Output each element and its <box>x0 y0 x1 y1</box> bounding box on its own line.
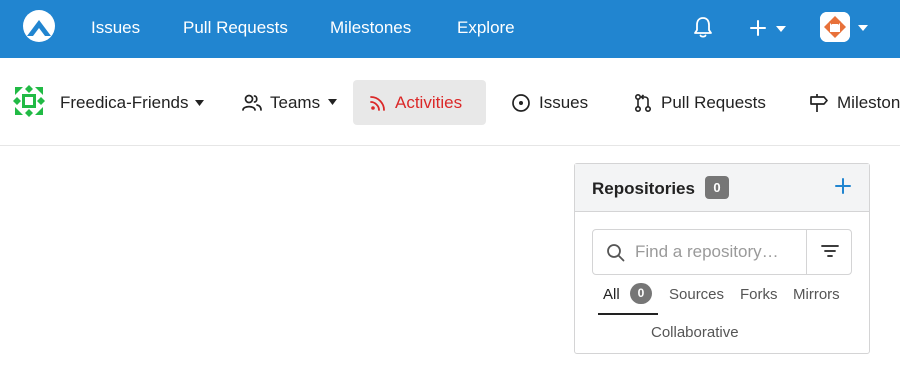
rss-icon <box>370 95 385 111</box>
user-menu-button[interactable] <box>820 12 870 44</box>
people-icon <box>242 94 262 111</box>
tab-pull-requests-label: Pull Requests <box>661 92 766 112</box>
tab-activities[interactable]: Activities <box>353 80 486 125</box>
tab-milestones-label: Milestones <box>837 92 900 112</box>
top-navbar: Issues Pull Requests Milestones Explore <box>0 0 900 58</box>
nav-pull-requests-link[interactable]: Pull Requests <box>183 18 288 38</box>
nav-milestones-link[interactable]: Milestones <box>330 18 411 38</box>
tab-teams-label: Teams <box>270 92 321 112</box>
search-icon <box>607 244 625 262</box>
tab-pull-requests[interactable]: Pull Requests <box>633 80 766 125</box>
org-avatar[interactable] <box>12 84 46 118</box>
repository-filter-tabs: All 0 Sources Forks Mirrors <box>575 283 869 317</box>
repo-tab-sources[interactable]: Sources <box>669 286 724 303</box>
caret-down-icon <box>858 25 868 31</box>
repositories-count-badge: 0 <box>705 176 729 199</box>
active-tab-indicator <box>598 313 658 315</box>
caret-down-icon[interactable] <box>195 100 204 106</box>
caret-down-icon[interactable] <box>328 99 337 105</box>
repo-tab-mirrors[interactable]: Mirrors <box>793 286 840 303</box>
tab-teams[interactable]: Teams <box>242 80 320 125</box>
tab-activities-label: Activities <box>395 92 463 112</box>
filter-button[interactable] <box>806 230 852 274</box>
repo-tab-collaborative[interactable]: Collaborative <box>651 324 739 341</box>
bell-icon[interactable] <box>692 15 714 39</box>
nav-issues-link[interactable]: Issues <box>91 18 140 38</box>
repo-tab-forks[interactable]: Forks <box>740 286 778 303</box>
issue-opened-icon <box>512 93 530 112</box>
repositories-title: Repositories <box>592 179 695 198</box>
tab-milestones[interactable]: Milestones <box>809 80 900 125</box>
repo-tab-all[interactable]: All <box>603 286 620 303</box>
repositories-header: Repositories 0 <box>575 164 869 212</box>
git-pull-request-icon <box>634 93 652 112</box>
repository-search-input[interactable] <box>635 238 803 266</box>
repositories-card: Repositories 0 All 0 Sources Forks Mirro… <box>574 163 870 354</box>
caret-down-icon <box>776 26 786 32</box>
add-repository-icon[interactable] <box>834 177 852 195</box>
milestone-icon <box>810 93 828 112</box>
repository-search <box>592 229 852 275</box>
tab-issues[interactable]: Issues <box>511 80 588 125</box>
nav-explore-link[interactable]: Explore <box>457 18 515 38</box>
logo-icon[interactable] <box>22 9 56 43</box>
org-name[interactable]: Freedica-Friends <box>60 93 189 113</box>
org-header: Freedica-Friends Teams Activities Issues <box>0 58 900 146</box>
user-avatar <box>820 12 850 42</box>
filter-icon <box>821 245 839 257</box>
create-menu-button[interactable] <box>748 16 790 40</box>
repo-tab-all-count: 0 <box>630 283 652 304</box>
plus-icon <box>750 20 766 36</box>
tab-issues-label: Issues <box>539 92 589 112</box>
